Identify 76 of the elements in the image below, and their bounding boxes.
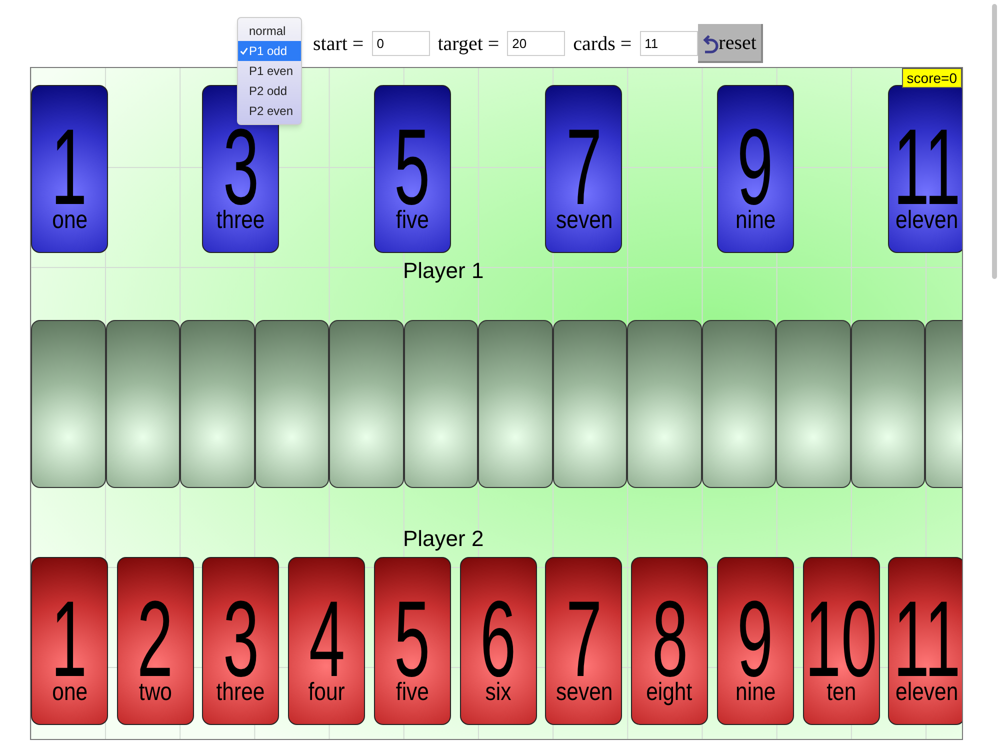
card-word: two [138, 679, 172, 705]
score-badge: score=0 [902, 68, 962, 88]
card-number: 9 [737, 599, 774, 679]
number-card[interactable]: 3three [202, 557, 280, 725]
field-label: start = [313, 32, 364, 56]
option-label: P1 even [249, 63, 294, 80]
card-number: 8 [652, 599, 688, 679]
card-number: 7 [566, 599, 602, 679]
card-number: 6 [480, 599, 516, 679]
card-word: five [396, 207, 429, 233]
number-card[interactable]: 5five [374, 557, 451, 725]
number-card[interactable]: 10ten [802, 557, 880, 725]
card-number: 2 [137, 599, 174, 679]
number-card[interactable]: 9nine [716, 85, 794, 253]
reset-button[interactable]: reset [698, 24, 764, 63]
card-number: 7 [566, 127, 602, 207]
number-card[interactable]: 1one [31, 557, 108, 725]
card-number: 11 [893, 127, 960, 207]
face-down-card[interactable] [180, 320, 254, 488]
card-number: 3 [222, 599, 259, 679]
card-number: 5 [394, 599, 430, 679]
number-input[interactable]: 0 [372, 31, 430, 56]
number-input[interactable]: 11 [640, 31, 698, 56]
card-number: 9 [737, 127, 774, 207]
number-card[interactable]: 8eight [631, 557, 708, 725]
card-word: six [485, 679, 512, 705]
card-word: eleven [895, 679, 958, 705]
card-word: three [216, 207, 266, 233]
check-icon [240, 47, 248, 55]
player-label: Player 2 [403, 526, 484, 552]
face-down-card[interactable] [106, 320, 180, 488]
number-card[interactable]: 7seven [545, 85, 622, 253]
face-down-card[interactable] [776, 320, 850, 488]
menu-option[interactable]: P1 even [238, 61, 301, 81]
face-down-card[interactable] [329, 320, 404, 488]
menu-option[interactable]: P1 odd [238, 41, 301, 61]
player-label: Player 1 [403, 258, 484, 284]
card-word: three [216, 679, 266, 705]
card-number: 1 [51, 127, 88, 207]
option-label: P1 odd [249, 43, 288, 60]
card-word: seven [556, 207, 612, 233]
number-card[interactable]: 2two [116, 557, 194, 725]
menu-option[interactable]: normal [238, 21, 301, 41]
face-down-card[interactable] [552, 320, 627, 488]
card-word: nine [735, 207, 776, 233]
card-word: one [52, 679, 88, 705]
card-word: nine [735, 679, 776, 705]
card-number: 3 [222, 127, 259, 207]
face-down-card[interactable] [702, 320, 776, 488]
card-word: one [52, 207, 88, 233]
card-word: ten [826, 679, 856, 705]
field-label: target = [438, 32, 500, 56]
face-down-card[interactable] [254, 320, 329, 488]
card-number: 4 [308, 599, 345, 679]
face-down-card[interactable] [404, 320, 478, 488]
field-label: cards = [573, 32, 632, 56]
card-word: four [308, 679, 345, 705]
number-card[interactable]: 7seven [545, 557, 622, 725]
card-word: eleven [895, 207, 958, 233]
number-card[interactable]: 1one [31, 85, 108, 253]
number-card[interactable]: 9nine [716, 557, 794, 725]
number-card[interactable]: 4four [288, 557, 366, 725]
face-down-card[interactable] [31, 320, 106, 488]
card-number: 10 [805, 599, 878, 679]
card-word: five [396, 679, 429, 705]
number-input[interactable]: 20 [507, 31, 566, 56]
face-down-card[interactable] [627, 320, 702, 488]
number-card[interactable]: 5five [374, 85, 451, 253]
face-down-card[interactable] [478, 320, 552, 488]
card-number: 11 [893, 599, 960, 679]
card-number: 5 [394, 127, 430, 207]
card-word: seven [556, 679, 612, 705]
face-down-card[interactable] [850, 320, 925, 488]
option-label: normal [249, 23, 286, 40]
card-number: 1 [51, 599, 88, 679]
card-word: eight [646, 679, 693, 705]
